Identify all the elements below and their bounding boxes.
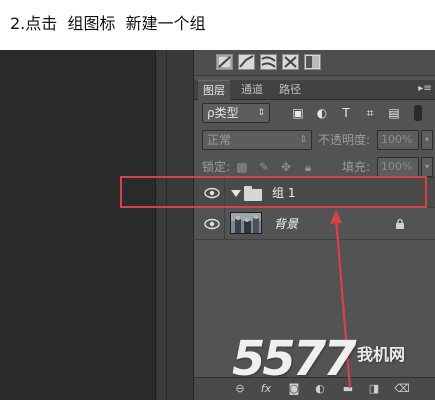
tab-paths[interactable]: 路径	[274, 80, 306, 100]
chevron-updown-icon: ⇕	[257, 108, 265, 118]
opacity-label: 不透明度:	[318, 133, 371, 147]
adjustment-filter-icon[interactable]: ◐	[314, 105, 330, 121]
lock-icon	[396, 218, 404, 229]
blend-mode-select[interactable]: 正常 ⇕	[202, 130, 312, 150]
chevron-updown-icon: ⇕	[299, 135, 307, 145]
type-filter-icon[interactable]: T	[338, 105, 354, 121]
lock-row: 锁定: ▩ ✎ ✥ 🔒︎ 填充: 100% ▾	[194, 156, 435, 178]
fill-input[interactable]: 100%	[377, 157, 419, 177]
filter-toggle[interactable]	[414, 105, 422, 121]
blend-mode-label: 正常	[207, 133, 232, 147]
smart-object-filter-icon[interactable]: ▤	[386, 105, 402, 121]
layer-row-background[interactable]: 背景	[194, 208, 435, 240]
fill-dropdown-icon[interactable]: ▾	[421, 157, 433, 177]
step-caption: 2.点击 组图标 新建一个组	[10, 14, 206, 33]
layer-filter-row: ρ类型 ⇕ ▣ ◐ T ⌗ ▤	[194, 100, 435, 126]
panel-menu-icon[interactable]: ▸≡	[418, 83, 432, 95]
curves-preset-icon[interactable]	[260, 54, 277, 70]
mixer-preset-icon[interactable]	[282, 54, 299, 70]
lock-paint-icon[interactable]: ✎	[256, 159, 272, 175]
panel-tabs: 图层 通道 路径 ▸≡	[194, 80, 435, 100]
tab-layers[interactable]: 图层	[198, 80, 230, 100]
new-layer-icon[interactable]: ◨	[366, 382, 382, 396]
opacity-input[interactable]: 100%	[377, 130, 419, 150]
lock-move-icon[interactable]: ✥	[278, 159, 294, 175]
eye-icon[interactable]	[204, 217, 220, 231]
highlight-box	[120, 176, 427, 208]
image-filter-icon[interactable]: ▣	[290, 105, 306, 121]
layer-name[interactable]: 背景	[274, 216, 298, 232]
watermark-text: 我机网	[357, 345, 406, 364]
opacity-dropdown-icon[interactable]: ▾	[421, 130, 433, 150]
blend-row: 正常 ⇕ 不透明度: 100% ▾	[194, 128, 435, 152]
tool-gutter	[155, 50, 193, 400]
fill-label: 填充:	[342, 160, 371, 174]
lock-all-icon[interactable]: 🔒︎	[300, 159, 316, 175]
shape-filter-icon[interactable]: ⌗	[362, 105, 378, 121]
gradient-map-preset-icon[interactable]	[304, 54, 321, 70]
filter-kind-label: ρ类型	[207, 106, 239, 120]
document-canvas[interactable]	[0, 50, 155, 400]
filter-kind-select[interactable]: ρ类型 ⇕	[202, 103, 270, 123]
brightness-preset-icon[interactable]	[216, 54, 233, 70]
delete-icon[interactable]: ⌫	[394, 382, 410, 396]
layer-thumbnail	[230, 212, 262, 234]
lock-transparent-icon[interactable]: ▩	[234, 159, 250, 175]
levels-preset-icon[interactable]	[238, 54, 255, 70]
watermark-number: 5577	[232, 331, 357, 387]
adjustment-presets-row	[194, 50, 435, 76]
tab-channels[interactable]: 通道	[236, 80, 268, 100]
lock-label: 锁定:	[202, 160, 231, 174]
